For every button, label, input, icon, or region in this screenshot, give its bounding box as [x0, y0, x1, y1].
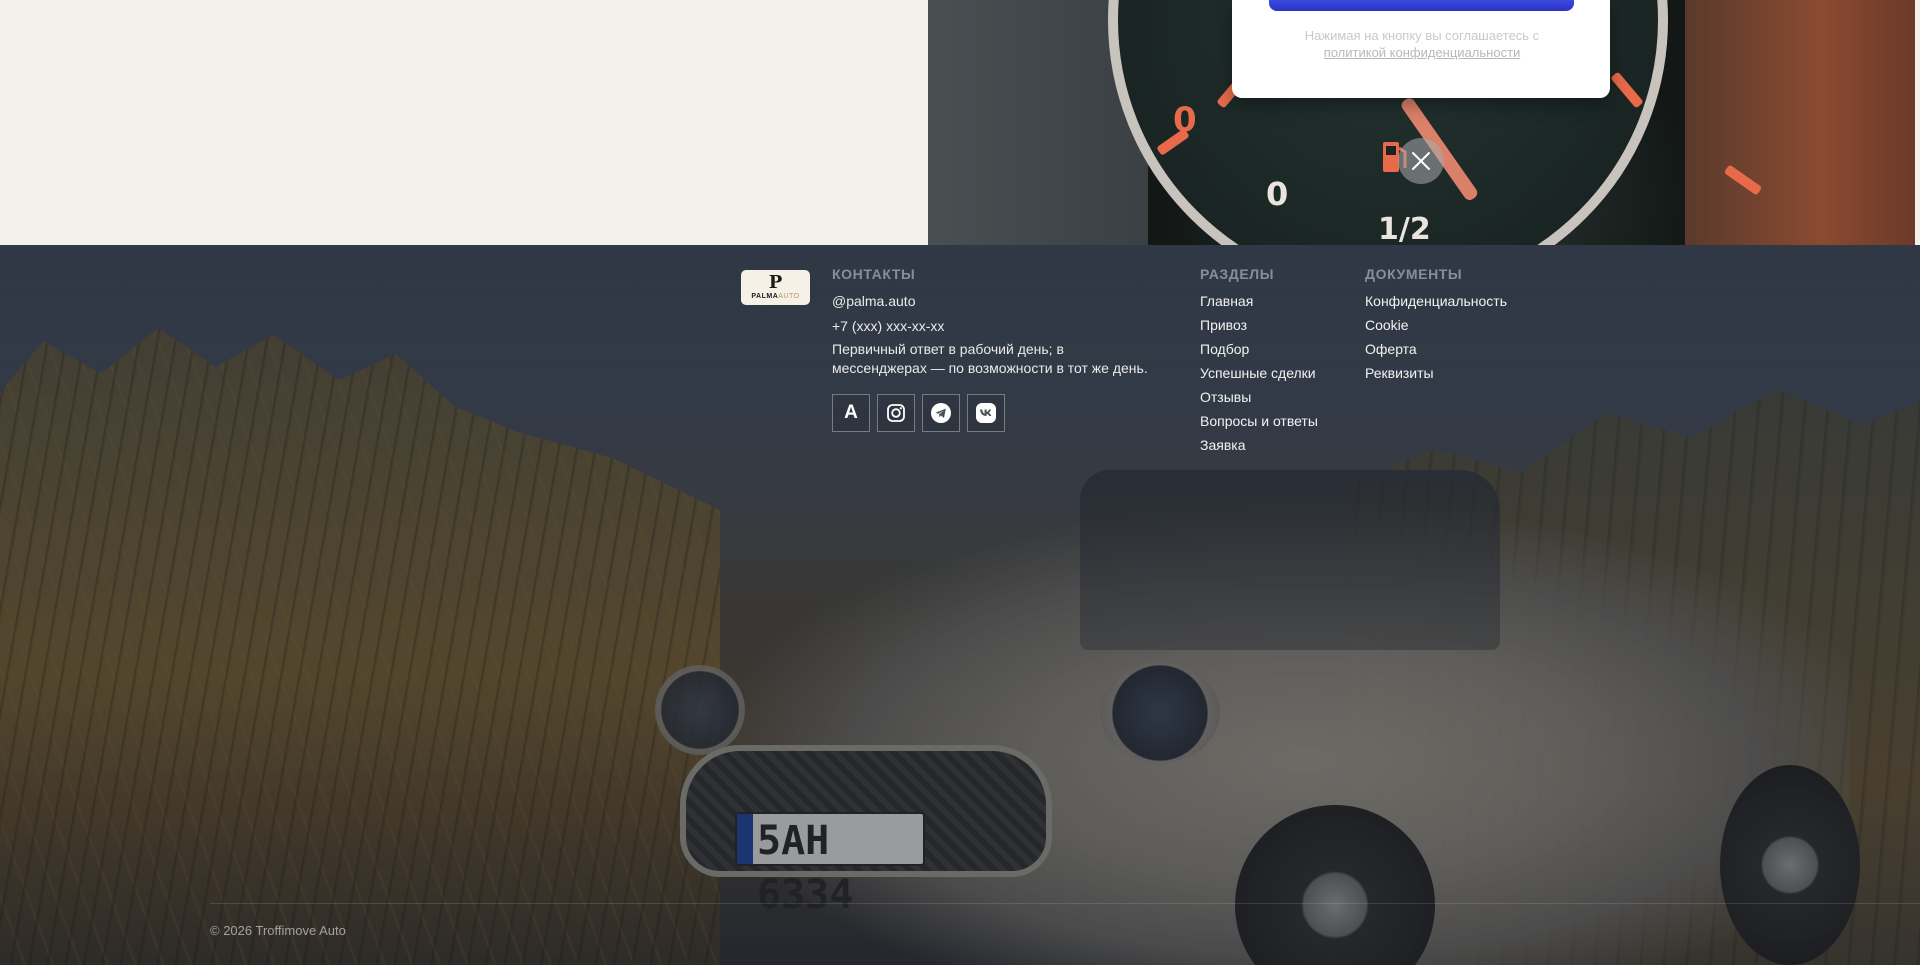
doc-link-offer[interactable]: Оферта — [1365, 340, 1507, 358]
sections-column: РАЗДЕЛЫ Главная Привоз Подбор Успешные с… — [1200, 266, 1318, 460]
close-icon — [1412, 152, 1430, 170]
nav-link-deals[interactable]: Успешные сделки — [1200, 364, 1318, 382]
nav-link-reviews[interactable]: Отзывы — [1200, 388, 1318, 406]
nav-link-faq[interactable]: Вопросы и ответы — [1200, 412, 1318, 430]
footer-divider — [210, 903, 1920, 904]
nav-link-selection[interactable]: Подбор — [1200, 340, 1318, 358]
top-left-panel — [0, 0, 928, 245]
avito-button[interactable]: A — [832, 394, 870, 432]
contacts-title: КОНТАКТЫ — [832, 266, 916, 282]
nav-link-request[interactable]: Заявка — [1200, 436, 1318, 454]
palma-auto-logo[interactable]: P PALMAAUTO — [741, 270, 810, 305]
copyright-text: © 2026 Troffimove Auto — [210, 923, 346, 938]
instagram-icon — [887, 404, 905, 422]
contact-note: Первичный ответ в рабочий день; в мессен… — [832, 341, 1148, 376]
vk-icon — [976, 403, 996, 423]
close-button[interactable] — [1398, 138, 1444, 184]
telegram-icon — [931, 403, 951, 423]
submit-button[interactable] — [1269, 0, 1574, 11]
nav-link-import[interactable]: Привоз — [1200, 316, 1318, 334]
logo-wordmark: PALMAAUTO — [751, 293, 800, 300]
telegram-button[interactable] — [922, 394, 960, 432]
documents-title: ДОКУМЕНТЫ — [1365, 266, 1463, 282]
request-form-card: Нажимая на кнопку вы соглашаетесь с поли… — [1232, 0, 1610, 98]
logo-mark: P — [768, 272, 783, 293]
vk-button[interactable] — [967, 394, 1005, 432]
contacts-column: КОНТАКТЫ @palma.auto +7 (xxx) xxx-xx-xx … — [832, 266, 1162, 432]
background-blur-right — [1685, 0, 1915, 245]
privacy-policy-link[interactable]: политикой конфиденциальности — [1324, 45, 1521, 60]
avito-icon: A — [844, 402, 858, 423]
doc-link-privacy[interactable]: Конфиденциальность — [1365, 292, 1507, 310]
instagram-button[interactable] — [877, 394, 915, 432]
documents-column: ДОКУМЕНТЫ Конфиденциальность Cookie Офер… — [1365, 266, 1507, 388]
doc-link-requisites[interactable]: Реквизиты — [1365, 364, 1507, 382]
gauge-label: 1/2 — [1378, 212, 1431, 245]
consent-text: Нажимая на кнопку вы соглашаетесь с поли… — [1272, 27, 1572, 61]
sections-title: РАЗДЕЛЫ — [1200, 266, 1275, 282]
social-links: A — [832, 394, 1162, 432]
contact-phone[interactable]: +7 (xxx) xxx-xx-xx — [832, 317, 1162, 336]
contact-handle[interactable]: @palma.auto — [832, 292, 1162, 311]
consent-label: Нажимая на кнопку вы соглашаетесь с — [1304, 28, 1540, 43]
gauge-label: 0 — [1266, 175, 1289, 213]
doc-link-cookie[interactable]: Cookie — [1365, 316, 1507, 334]
nav-link-home[interactable]: Главная — [1200, 292, 1318, 310]
gauge-label: 0 — [1173, 100, 1197, 140]
